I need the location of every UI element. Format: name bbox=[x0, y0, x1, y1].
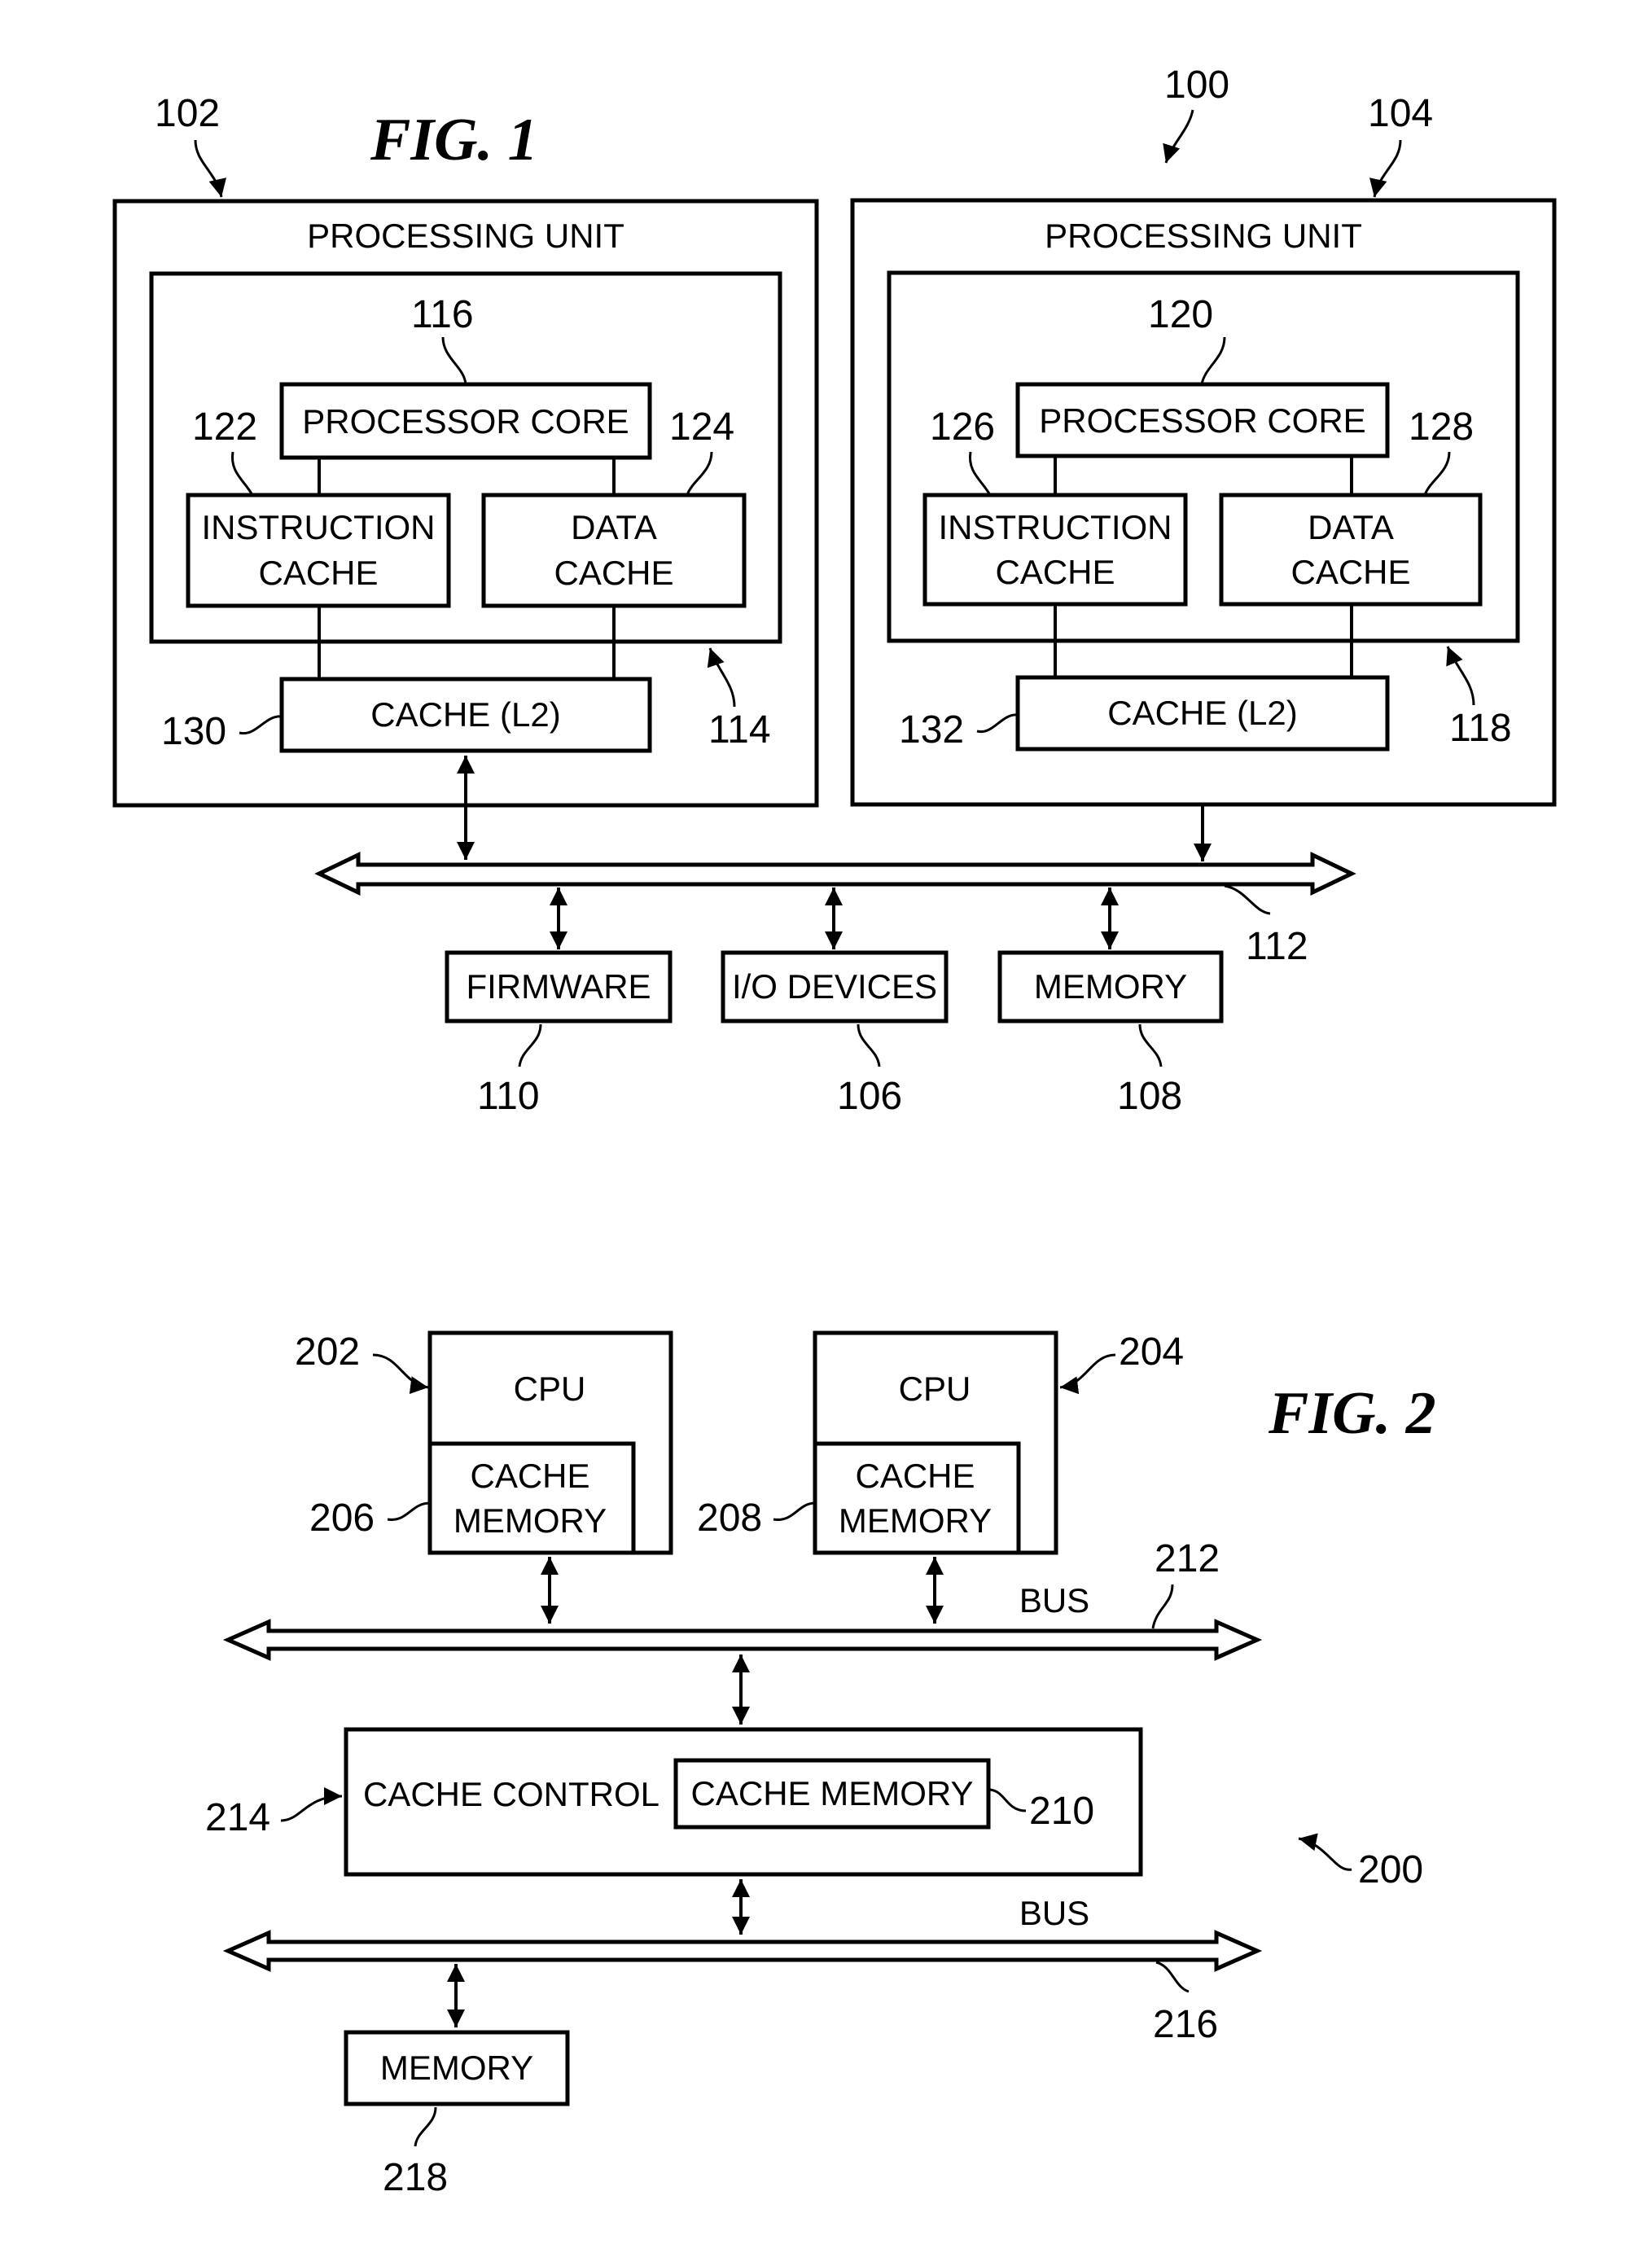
leader-104 bbox=[1369, 139, 1402, 198]
cache-control-label: CACHE CONTROL bbox=[363, 1775, 659, 1813]
firmware-block: FIRMWARE 110 bbox=[445, 888, 673, 1118]
io-devices-block: I/O DEVICES 106 bbox=[721, 888, 949, 1118]
leader-110 bbox=[518, 1023, 542, 1067]
ref-206: 206 bbox=[309, 1497, 375, 1540]
io-devices-label: I/O DEVICES bbox=[732, 967, 937, 1006]
cache-control-214: CACHE CONTROL CACHE MEMORY 210 214 bbox=[205, 1727, 1143, 1877]
bus-212 bbox=[222, 1619, 1263, 1661]
data-cache-line2: CACHE bbox=[554, 554, 673, 592]
ref-114: 114 bbox=[708, 708, 771, 752]
cache-memory-line2: MEMORY bbox=[454, 1501, 607, 1540]
processor-core-label: PROCESSOR CORE bbox=[302, 402, 629, 440]
leader-102 bbox=[194, 139, 227, 198]
ref-200: 200 bbox=[1358, 1848, 1423, 1891]
leader-208 bbox=[773, 1501, 816, 1521]
instruction-cache-line2: CACHE bbox=[258, 554, 378, 592]
instruction-cache-line2: CACHE bbox=[995, 553, 1115, 591]
memory-label: MEMORY bbox=[380, 2049, 533, 2087]
leader-100 bbox=[1163, 109, 1194, 164]
ref-210: 210 bbox=[1029, 1790, 1094, 1833]
ref-102: 102 bbox=[155, 92, 220, 135]
bus-216-label: BUS bbox=[1019, 1894, 1089, 1932]
ref-212: 212 bbox=[1155, 1537, 1220, 1580]
leader-212 bbox=[1151, 1584, 1174, 1629]
l2-cache-label: CACHE (L2) bbox=[370, 695, 560, 734]
leader-112 bbox=[1224, 884, 1271, 915]
memory-218: MEMORY 218 bbox=[344, 1964, 570, 2199]
leader-202 bbox=[372, 1353, 429, 1395]
leader-108 bbox=[1138, 1023, 1163, 1067]
ref-130: 130 bbox=[161, 710, 226, 753]
ref-108: 108 bbox=[1117, 1075, 1182, 1118]
leader-204 bbox=[1059, 1353, 1116, 1395]
instruction-cache-line1: INSTRUCTION bbox=[939, 508, 1172, 546]
ref-214: 214 bbox=[205, 1796, 270, 1839]
ref-216: 216 bbox=[1153, 2003, 1218, 2046]
cpu-label: CPU bbox=[899, 1370, 971, 1408]
cpu-204: 204 CPU CACHE MEMORY 208 bbox=[697, 1330, 1184, 1555]
system-bus-112 bbox=[314, 852, 1356, 896]
leader-218 bbox=[414, 2106, 437, 2147]
processor-core-label: PROCESSOR CORE bbox=[1039, 401, 1365, 440]
cache-memory-line2: MEMORY bbox=[839, 1501, 992, 1540]
l2-cache-label: CACHE (L2) bbox=[1107, 694, 1297, 732]
data-cache-line2: CACHE bbox=[1290, 553, 1410, 591]
cache-memory-line1: CACHE bbox=[855, 1457, 975, 1495]
memory-block: MEMORY 108 bbox=[997, 888, 1224, 1118]
ref-112: 112 bbox=[1246, 925, 1308, 968]
ref-126: 126 bbox=[930, 405, 995, 449]
ref-120: 120 bbox=[1148, 293, 1213, 336]
ref-204: 204 bbox=[1119, 1330, 1184, 1374]
ref-122: 122 bbox=[192, 405, 257, 449]
ref-110: 110 bbox=[477, 1075, 540, 1118]
data-cache-line1: DATA bbox=[1308, 508, 1394, 546]
bus-212-label: BUS bbox=[1019, 1581, 1089, 1619]
ref-106: 106 bbox=[837, 1075, 902, 1118]
ref-118: 118 bbox=[1449, 707, 1512, 750]
leader-214 bbox=[280, 1787, 343, 1822]
ref-100: 100 bbox=[1164, 64, 1229, 107]
fig2-title: FIG. 2 bbox=[1268, 1380, 1436, 1447]
ref-104: 104 bbox=[1368, 92, 1433, 135]
ref-128: 128 bbox=[1409, 405, 1474, 449]
leader-206 bbox=[387, 1501, 431, 1521]
ref-124: 124 bbox=[669, 405, 734, 449]
processing-unit-104: 104 PROCESSING UNIT 120 PROCESSOR CORE 1… bbox=[850, 92, 1557, 807]
instruction-cache-line1: INSTRUCTION bbox=[202, 508, 436, 546]
cache-memory-label: CACHE MEMORY bbox=[691, 1774, 974, 1812]
ref-116: 116 bbox=[411, 293, 474, 336]
figure-1: FIG. 1 100 102 PROCESSING UNIT 116 PROCE… bbox=[112, 64, 1557, 1118]
leader-106 bbox=[857, 1023, 881, 1067]
bus-216 bbox=[222, 1930, 1263, 1972]
ref-208: 208 bbox=[697, 1497, 762, 1540]
patent-drawing: FIG. 1 100 102 PROCESSING UNIT 116 PROCE… bbox=[112, 64, 1557, 2199]
memory-label: MEMORY bbox=[1034, 967, 1187, 1006]
processing-unit-title: PROCESSING UNIT bbox=[1045, 217, 1362, 255]
processing-unit-102: 102 PROCESSING UNIT 116 PROCESSOR CORE 1… bbox=[112, 92, 819, 808]
figure-2: FIG. 2 202 CPU CACHE MEMORY 206 204 CPU … bbox=[205, 1330, 1436, 2199]
cache-memory-line1: CACHE bbox=[470, 1457, 589, 1495]
ref-132: 132 bbox=[899, 708, 964, 752]
ref-202: 202 bbox=[295, 1330, 360, 1374]
firmware-label: FIRMWARE bbox=[466, 967, 651, 1006]
leader-200 bbox=[1298, 1833, 1352, 1871]
ref-218: 218 bbox=[383, 2156, 448, 2199]
cpu-202: 202 CPU CACHE MEMORY 206 bbox=[295, 1330, 673, 1555]
leader-216 bbox=[1155, 1961, 1190, 1993]
processing-unit-title: PROCESSING UNIT bbox=[307, 217, 624, 255]
cpu-label: CPU bbox=[514, 1370, 586, 1408]
fig1-title: FIG. 1 bbox=[370, 107, 538, 173]
data-cache-line1: DATA bbox=[571, 508, 657, 546]
